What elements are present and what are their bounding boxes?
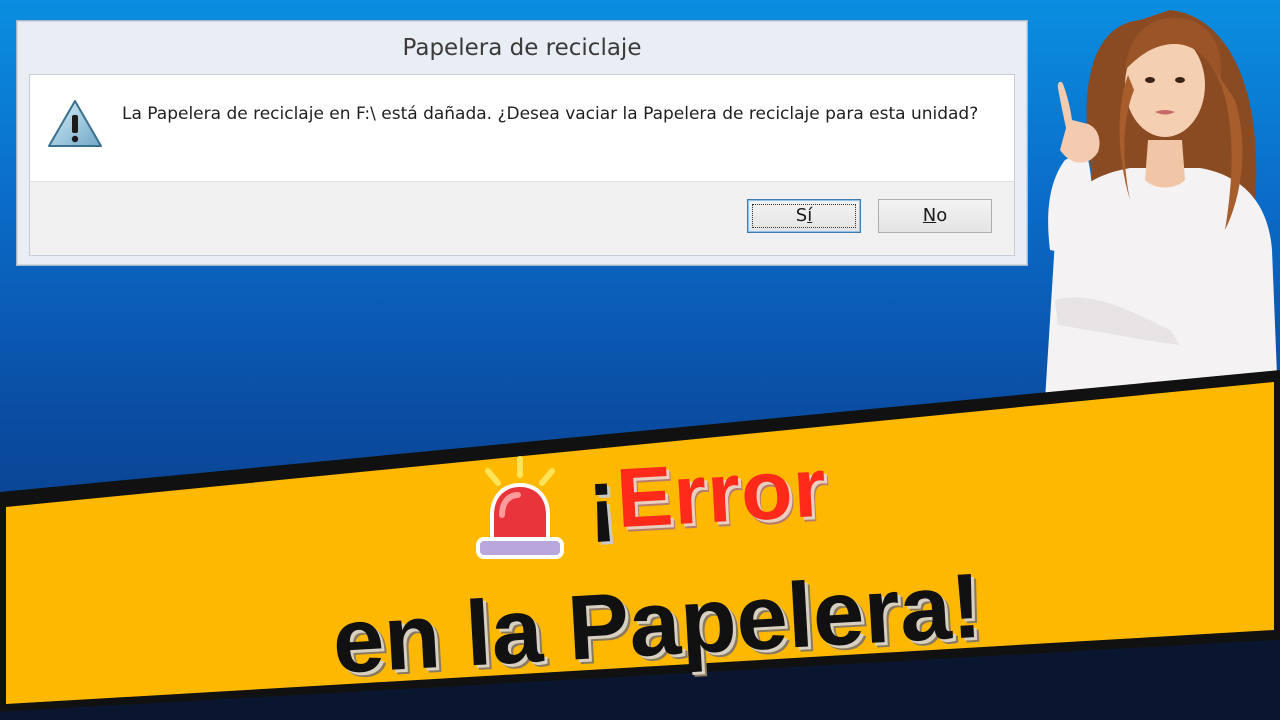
siren-icon [476,456,564,559]
error-word: Error [613,439,830,546]
banner-error-title: ¡Error [585,439,829,549]
